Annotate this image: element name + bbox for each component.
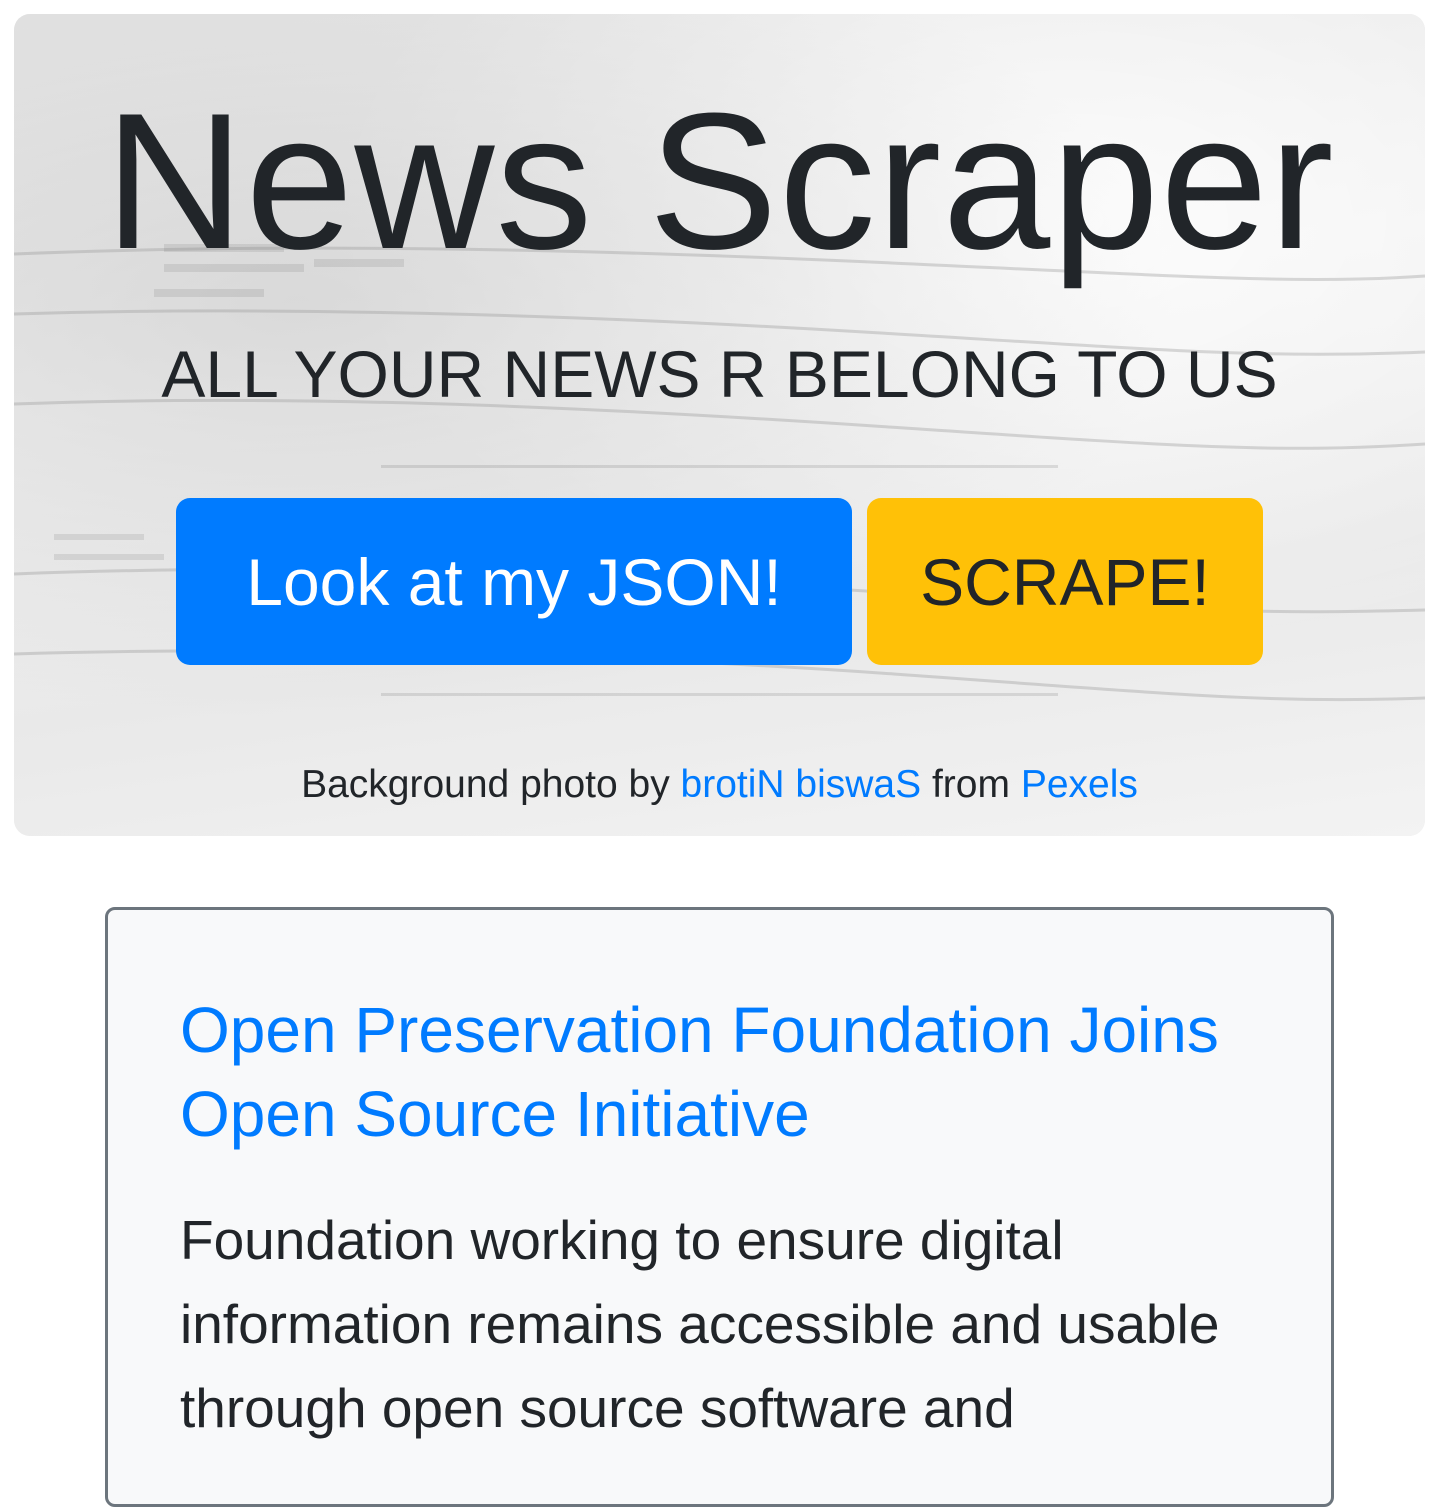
photo-credit: Background photo by brotiN biswaS from P…	[14, 762, 1425, 808]
scrape-button[interactable]: SCRAPE!	[867, 498, 1263, 665]
divider-top	[381, 465, 1058, 468]
hero-jumbotron: News Scraper ALL YOUR NEWS R BELONG TO U…	[14, 14, 1425, 836]
view-json-button[interactable]: Look at my JSON!	[176, 498, 852, 665]
article-title-link[interactable]: Open Preservation Foundation Joins Open …	[180, 988, 1260, 1156]
page-subtitle: ALL YOUR NEWS R BELONG TO US	[161, 337, 1278, 411]
article-summary: Foundation working to ensure digital inf…	[180, 1209, 1220, 1439]
divider-bottom	[381, 693, 1058, 696]
photographer-link[interactable]: brotiN biswaS	[681, 763, 922, 806]
article-card: Open Preservation Foundation Joins Open …	[105, 907, 1334, 1507]
pexels-link[interactable]: Pexels	[1021, 763, 1138, 806]
page-title: News Scraper	[104, 73, 1335, 290]
credit-prefix: Background photo by	[301, 763, 681, 806]
credit-middle: from	[921, 763, 1021, 806]
